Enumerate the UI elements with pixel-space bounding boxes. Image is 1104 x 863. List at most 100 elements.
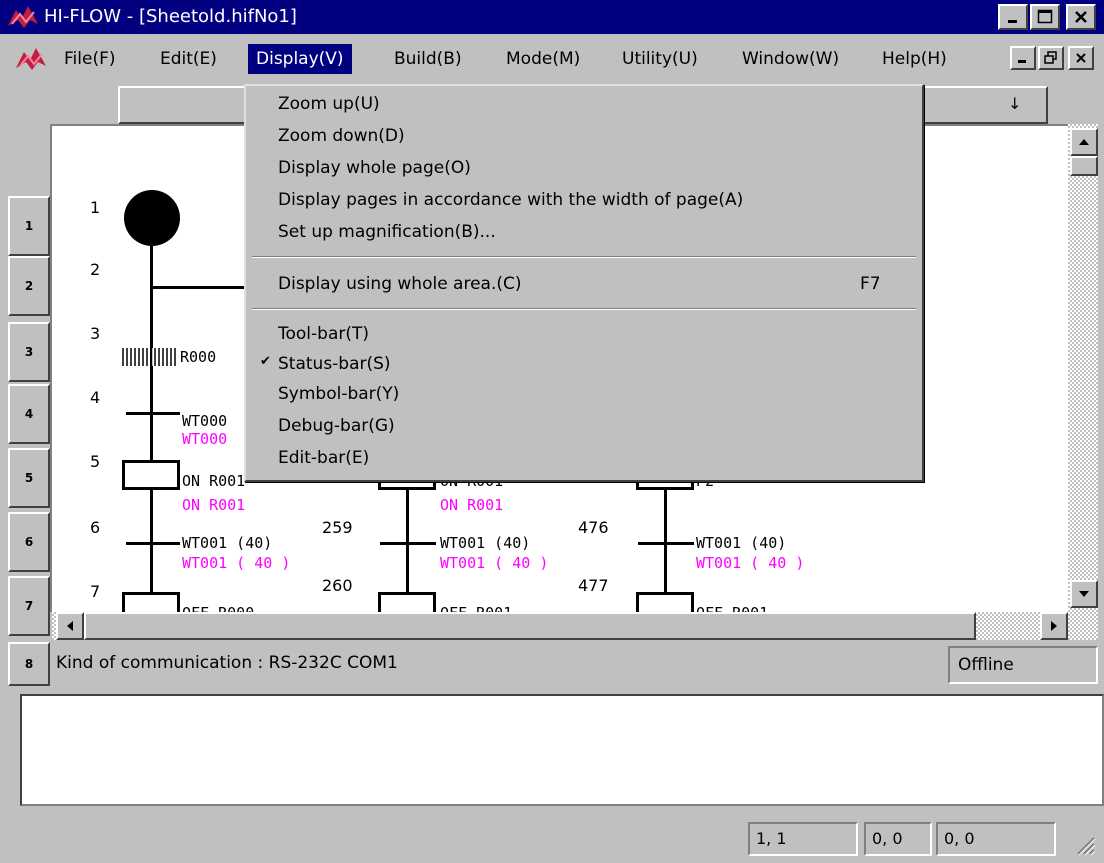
display-dropdown-menu: Zoom up(U) Zoom down(D) Display whole pa… [244, 84, 924, 482]
menu-item-display-whole-area[interactable]: Display using whole area.(C) [278, 274, 522, 294]
output-monitor-label: ON R001 [182, 496, 246, 514]
restore-icon [1044, 51, 1057, 64]
row-number: 3 [90, 324, 101, 343]
output-label: OFF R001 [440, 604, 512, 612]
row-number: 2 [90, 260, 101, 279]
minimize-icon [1018, 60, 1026, 63]
process-box[interactable] [122, 592, 180, 612]
process-box[interactable] [122, 460, 180, 490]
mdi-restore-button[interactable] [1038, 46, 1064, 70]
side-tab-6[interactable]: 6 [8, 512, 50, 572]
menu-item-display-whole-page[interactable]: Display whole page(O) [278, 158, 471, 178]
flow-line [150, 244, 153, 612]
side-tab-4[interactable]: 4 [8, 384, 50, 444]
communication-status: Kind of communication : RS-232C COM1 [56, 653, 398, 673]
timer-label: WT001 (40) [440, 534, 531, 552]
menu-window[interactable]: Window(W) [734, 44, 847, 74]
process-bar[interactable] [126, 542, 180, 545]
arrow-up-icon [1079, 139, 1089, 145]
close-icon [1075, 11, 1087, 23]
column-marker: ↓ [1008, 94, 1022, 113]
vertical-scrollbar[interactable] [1068, 124, 1098, 612]
timer-monitor-label: WT001 ( 40 ) [182, 554, 291, 572]
dotted-relay-symbol[interactable] [122, 348, 178, 366]
step-number: 476 [578, 518, 609, 537]
process-box[interactable] [636, 592, 694, 612]
check-icon: ✔ [260, 354, 271, 369]
start-symbol[interactable] [124, 190, 180, 246]
scroll-down-button[interactable] [1070, 580, 1098, 608]
menu-item-zoom-down[interactable]: Zoom down(D) [278, 126, 405, 146]
row-number: 6 [90, 518, 101, 537]
mdi-close-button[interactable] [1068, 46, 1094, 70]
status-cell-position: 1, 1 [748, 822, 858, 856]
document-icon[interactable] [14, 44, 48, 72]
timer-monitor-label: WT000 [182, 430, 228, 448]
menu-item-debug-bar[interactable]: Debug-bar(G) [278, 416, 395, 436]
process-bar[interactable] [638, 542, 694, 545]
close-button[interactable] [1066, 4, 1096, 30]
row-number: 4 [90, 388, 101, 407]
timer-label: WT001 (40) [182, 534, 273, 552]
side-tab-1[interactable]: 1 [8, 196, 50, 256]
minimize-icon [1008, 20, 1017, 23]
mdi-minimize-button[interactable] [1010, 46, 1036, 70]
step-number: 477 [578, 576, 609, 595]
side-tab-8[interactable]: 8 [8, 642, 50, 686]
menu-display[interactable]: Display(V) [248, 44, 352, 74]
scroll-left-button[interactable] [56, 612, 84, 640]
process-bar[interactable] [126, 412, 180, 415]
side-tab-3[interactable]: 3 [8, 322, 50, 382]
connection-status: Offline [948, 646, 1098, 684]
menu-mode[interactable]: Mode(M) [498, 44, 588, 74]
row-number: 5 [90, 452, 101, 471]
side-tab-2[interactable]: 2 [8, 256, 50, 316]
side-tab-5[interactable]: 5 [8, 448, 50, 508]
vertical-scroll-thumb[interactable] [1070, 156, 1098, 176]
resize-grip-icon[interactable] [1074, 834, 1096, 856]
menu-separator [252, 308, 916, 310]
hiflow-logo-icon[interactable] [6, 4, 40, 30]
relay-label: R000 [180, 348, 217, 366]
step-number: 260 [322, 576, 353, 595]
timer-monitor-label: WT001 ( 40 ) [696, 554, 805, 572]
arrow-left-icon [67, 621, 73, 631]
menu-item-tool-bar[interactable]: Tool-bar(T) [278, 324, 369, 344]
output-label: OFF R000 [182, 604, 254, 612]
menu-help[interactable]: Help(H) [874, 44, 955, 74]
output-monitor-label: ON R001 [440, 496, 504, 514]
timer-monitor-label: WT001 ( 40 ) [440, 554, 549, 572]
timer-label: WT001 (40) [696, 534, 787, 552]
menu-item-symbol-bar[interactable]: Symbol-bar(Y) [278, 384, 399, 404]
output-label: OFF R001 [696, 604, 768, 612]
close-icon [1076, 53, 1086, 63]
menu-separator [252, 256, 916, 258]
arrow-right-icon [1051, 621, 1057, 631]
menu-item-display-page-width[interactable]: Display pages in accordance with the wid… [278, 190, 743, 210]
timer-label: WT000 [182, 412, 228, 430]
menu-utility[interactable]: Utility(U) [614, 44, 706, 74]
menu-item-edit-bar[interactable]: Edit-bar(E) [278, 448, 369, 468]
maximize-icon [1037, 9, 1053, 24]
step-number: 259 [322, 518, 353, 537]
side-tab-7[interactable]: 7 [8, 576, 50, 636]
minimize-button[interactable] [998, 4, 1028, 30]
horizontal-scroll-thumb[interactable] [84, 612, 976, 640]
scroll-up-button[interactable] [1070, 128, 1098, 156]
window-title: HI-FLOW - [Sheetold.hifNo1] [44, 6, 297, 27]
process-box[interactable] [378, 592, 436, 612]
maximize-button[interactable] [1030, 4, 1060, 30]
menu-file[interactable]: File(F) [56, 44, 124, 74]
arrow-down-icon [1079, 591, 1089, 597]
row-number: 1 [90, 198, 101, 217]
menu-item-zoom-up[interactable]: Zoom up(U) [278, 94, 380, 114]
menu-item-status-bar[interactable]: Status-bar(S) [278, 354, 391, 374]
menu-item-set-magnification[interactable]: Set up magnification(B)... [278, 222, 496, 242]
process-bar[interactable] [380, 542, 436, 545]
output-pane[interactable] [20, 694, 1104, 806]
shortcut-label: F7 [860, 274, 881, 294]
menu-edit[interactable]: Edit(E) [152, 44, 225, 74]
status-cell-offset-a: 0, 0 [864, 822, 932, 856]
menu-build[interactable]: Build(B) [386, 44, 470, 74]
scroll-right-button[interactable] [1040, 612, 1068, 640]
